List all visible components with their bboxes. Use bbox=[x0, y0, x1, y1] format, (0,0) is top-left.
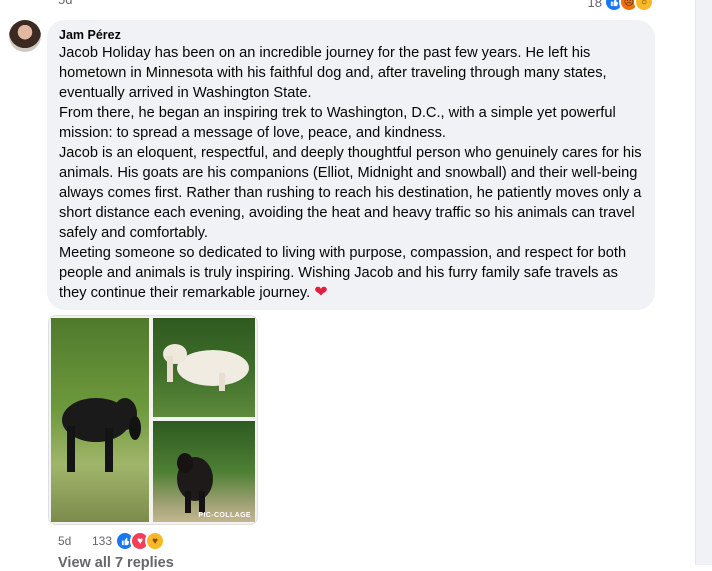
comment-paragraph: Meeting someone so dedicated to living w… bbox=[59, 243, 643, 303]
black-goat-photo[interactable] bbox=[51, 318, 149, 522]
standing-goat-illustration bbox=[177, 453, 213, 513]
pic-collage-watermark: PIC-COLLAGE bbox=[198, 512, 251, 519]
comment-paragraph: Jacob Holiday has been on an incredible … bbox=[59, 45, 607, 101]
page-scrollbar[interactable] bbox=[695, 0, 712, 565]
white-goat-photo[interactable] bbox=[153, 318, 255, 417]
reactions-summary[interactable]: ♥ ♥ bbox=[115, 531, 166, 551]
view-replies-link[interactable]: View all 7 replies bbox=[58, 555, 174, 571]
comment-paragraph: From there, he began an inspiring trek t… bbox=[59, 105, 616, 141]
photo-collage[interactable]: PIC-COLLAGE bbox=[48, 315, 258, 525]
heart-emoji-icon: ❤ bbox=[314, 284, 328, 301]
white-goat-illustration bbox=[163, 344, 249, 391]
black-goat-illustration bbox=[62, 398, 141, 472]
comment-time[interactable]: 5d bbox=[58, 534, 92, 548]
previous-comment-meta: 5d 18 ☹ ○ bbox=[58, 0, 654, 12]
reaction-count[interactable]: 133 bbox=[92, 534, 112, 548]
black-goat-standing-photo[interactable]: PIC-COLLAGE bbox=[153, 421, 255, 522]
comment-author[interactable]: Jam Pérez bbox=[59, 28, 643, 42]
previous-comment-reactions[interactable]: 18 ☹ ○ bbox=[588, 0, 654, 12]
wow-icon: ○ bbox=[634, 0, 654, 12]
previous-reaction-count: 18 bbox=[587, 0, 602, 10]
comment-paragraph-text: Meeting someone so dedicated to living w… bbox=[59, 245, 627, 301]
author-avatar[interactable] bbox=[9, 20, 41, 52]
comment-meta-row: 5d 133 ♥ ♥ bbox=[58, 531, 166, 551]
comment-bubble: Jam Pérez Jacob Holiday has been on an i… bbox=[47, 20, 655, 310]
care-icon: ♥ bbox=[145, 531, 166, 551]
comment-paragraph: Jacob is an eloquent, respectful, and de… bbox=[59, 145, 642, 241]
previous-comment-time[interactable]: 5d bbox=[58, 0, 72, 7]
